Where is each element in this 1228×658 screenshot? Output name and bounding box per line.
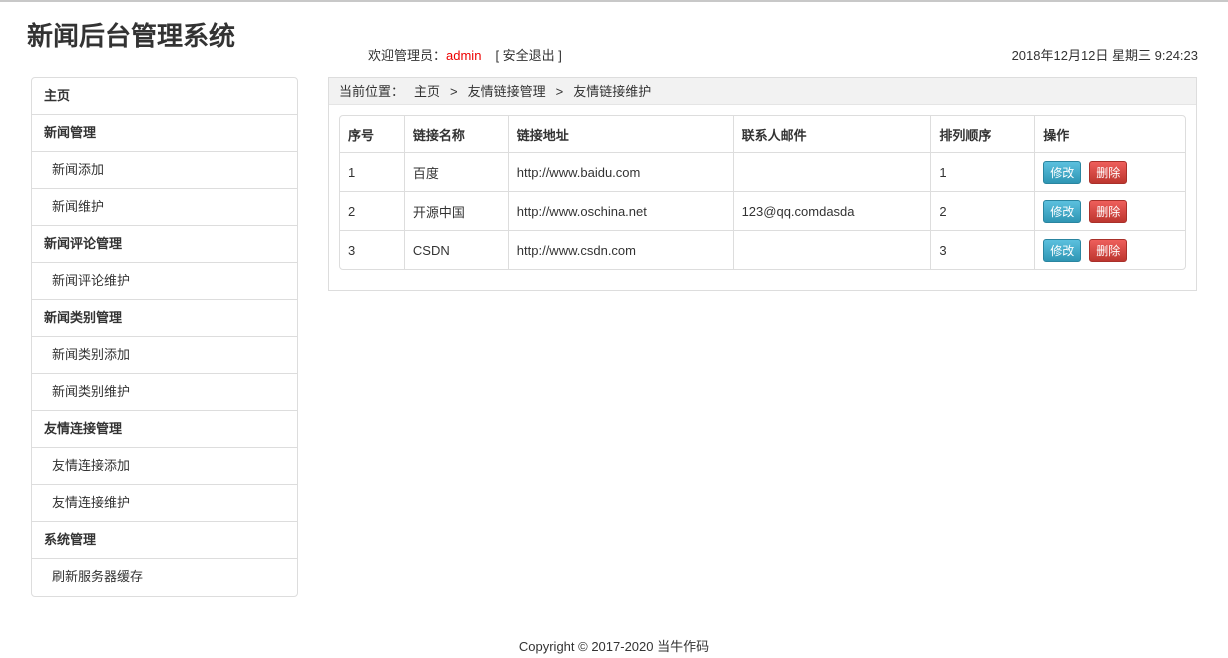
table-cell: 3 <box>930 230 1035 269</box>
table-row: 1 百度 http://www.baidu.com 1 修改 删除 <box>340 152 1185 191</box>
breadcrumb-label: 当前位置： <box>339 84 405 99</box>
column-header: 排列顺序 <box>930 116 1034 152</box>
links-table: 序号 链接名称 链接地址 联系人邮件 排列顺序 操作 1 百度 http://www.baid… <box>339 115 1186 270</box>
table-row: 3 CSDN http://www.csdn.com 3 修改 删除 <box>340 230 1185 269</box>
sidebar-item[interactable]: 友情连接管理 <box>32 411 297 448</box>
sidebar-item[interactable]: 系统管理 <box>32 522 297 559</box>
app-title: 新闻后台管理系统 <box>27 21 236 51</box>
sidebar-item[interactable]: 新闻类别管理 <box>32 300 297 337</box>
sidebar-item[interactable]: 新闻管理 <box>32 115 297 152</box>
edit-button[interactable]: 修改 <box>1043 160 1082 184</box>
edit-button[interactable]: 修改 <box>1043 238 1082 262</box>
column-header: 序号 <box>348 127 375 143</box>
actions-cell: 修改 删除 <box>1034 191 1185 230</box>
sidebar-item[interactable]: 刷新服务器缓存 <box>32 559 297 596</box>
edit-button[interactable]: 修改 <box>1043 199 1082 223</box>
table-cell: http://www.oschina.net <box>507 191 733 230</box>
table-cell: 3 <box>340 230 404 269</box>
welcome-bar: 欢迎管理员：admin [ 安全退出 ] <box>368 45 562 64</box>
breadcrumb-separator: > <box>555 84 564 99</box>
sidebar: 主页 新闻管理 新闻添加 新闻维护 新闻评论管理 新闻评论维护 新闻类别管理 新闻类别添加 新闻… <box>31 77 298 597</box>
table-cell <box>732 152 931 191</box>
logout-link[interactable]: [ 安全退出 ] <box>495 48 561 63</box>
delete-button[interactable]: 删除 <box>1089 199 1128 223</box>
actions-cell: 修改 删除 <box>1034 230 1185 269</box>
table-cell: 2 <box>340 191 404 230</box>
delete-button[interactable]: 删除 <box>1089 160 1128 184</box>
sidebar-item[interactable]: 友情连接维护 <box>32 485 297 522</box>
table-cell: 123@qq.comdasda <box>732 191 931 230</box>
table-header: 序号 链接名称 链接地址 联系人邮件 排列顺序 操作 <box>340 116 1185 152</box>
breadcrumb-item[interactable]: 主页 <box>414 84 440 99</box>
table-cell: CSDN <box>403 230 508 269</box>
breadcrumb-item[interactable]: 友情链接维护 <box>573 84 651 99</box>
sidebar-item[interactable]: 新闻类别添加 <box>32 337 297 374</box>
sidebar-item[interactable]: 新闻添加 <box>32 152 297 189</box>
sidebar-item[interactable]: 新闻维护 <box>32 189 297 226</box>
breadcrumb: 当前位置： 主页 > 友情链接管理 > 友情链接维护 <box>329 78 1196 105</box>
column-header: 链接名称 <box>403 116 508 152</box>
column-header: 链接地址 <box>507 116 733 152</box>
column-header: 联系人邮件 <box>732 116 931 152</box>
table-cell: http://www.baidu.com <box>507 152 733 191</box>
sidebar-item[interactable]: 主页 <box>32 78 297 115</box>
sidebar-item[interactable]: 新闻评论管理 <box>32 226 297 263</box>
sidebar-item[interactable]: 友情连接添加 <box>32 448 297 485</box>
table-cell: 2 <box>930 191 1035 230</box>
actions-cell: 修改 删除 <box>1034 152 1185 191</box>
table-cell: 开源中国 <box>403 191 508 230</box>
breadcrumb-separator: > <box>450 84 458 99</box>
table-cell: 百度 <box>403 152 508 191</box>
column-header: 操作 <box>1034 116 1185 152</box>
table-row: 2 开源中国 http://www.oschina.net 123@qq.comdas… <box>340 191 1185 230</box>
breadcrumb-item[interactable]: 友情链接管理 <box>468 84 546 99</box>
table-cell: 1 <box>340 152 404 191</box>
sidebar-item[interactable]: 新闻评论维护 <box>32 263 297 300</box>
table-cell: http://www.csdn.com <box>507 230 733 269</box>
table-cell: 1 <box>930 152 1035 191</box>
footer: Copyright © 2017-2020 当牛作码 <box>518 639 710 654</box>
delete-button[interactable]: 删除 <box>1089 238 1128 262</box>
datetime: 2018年12月12日 星期三 9:24:23 <box>1011 48 1198 63</box>
username: admin <box>446 48 482 63</box>
welcome-label: 欢迎管理员： <box>368 48 447 63</box>
sidebar-item[interactable]: 新闻类别维护 <box>32 374 297 411</box>
main-panel: 当前位置： 主页 > 友情链接管理 > 友情链接维护 序号 链接名称 链接地址 联系人邮件 排列顺… <box>328 77 1197 291</box>
table-cell <box>732 230 931 269</box>
